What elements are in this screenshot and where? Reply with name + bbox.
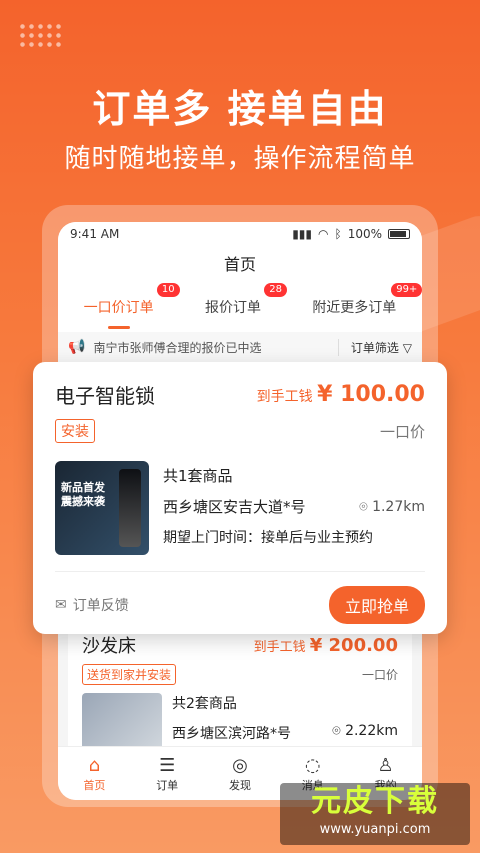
tab-quote[interactable]: 报价订单 28: [201, 283, 287, 325]
hero-title: 订单多 接单自由: [92, 87, 388, 131]
tab-badge: 28: [264, 283, 287, 297]
status-time: 9:41 AM: [70, 227, 120, 241]
decor-dots: [18, 22, 64, 48]
order-price: 到手工钱 ¥ 100.00: [256, 382, 425, 407]
order-count: 共2套商品: [172, 696, 237, 712]
nav-home[interactable]: ⌂ 首页: [83, 755, 105, 793]
compass-icon: ◎: [232, 754, 248, 776]
order-type: 一口价: [379, 422, 425, 441]
speaker-icon: 📢: [68, 339, 86, 355]
notice-text: 南宁市张师傅合理的报价已中选: [93, 340, 262, 355]
smart-lock-image: [119, 469, 141, 547]
order-address: 西乡塘区滨河路*号: [172, 726, 291, 742]
order-count: 共1套商品: [163, 467, 233, 485]
order-card-secondary[interactable]: 沙发床 到手工钱 ¥ 200.00 送货到家并安装 一口价 共2套商品 西乡塘区…: [68, 622, 412, 762]
tab-fixed-price[interactable]: 一口价订单 10: [80, 283, 180, 329]
signal-icon: ▮▮▮: [292, 227, 312, 241]
order-tag: 安装: [55, 419, 95, 443]
battery-text: 100%: [347, 227, 382, 241]
order-icon: ☰: [159, 754, 176, 776]
tab-badge: 99+: [391, 283, 422, 297]
feedback-icon: ✉: [55, 597, 67, 613]
product-image: [82, 693, 162, 753]
nav-orders[interactable]: ☰ 订单: [156, 755, 178, 793]
order-filter-button[interactable]: 订单筛选 ▽: [337, 338, 412, 356]
message-icon: ◌: [304, 754, 321, 776]
order-expect-time: 期望上门时间：接单后与业主预约: [163, 530, 373, 546]
order-card-featured[interactable]: 电子智能锁 到手工钱 ¥ 100.00 安装 一口价 新品首发 震撼来袭 共1套…: [33, 362, 447, 634]
order-distance: ⌾ 2.22km: [332, 723, 398, 739]
location-icon: ⌾: [359, 499, 368, 515]
notice-bar: 📢 南宁市张师傅合理的报价已中选 订单筛选 ▽: [58, 332, 422, 362]
user-icon: ♙: [377, 754, 394, 776]
status-bar: 9:41 AM ▮▮▮ ◠ ᛒ 100%: [58, 222, 422, 246]
order-tag: 送货到家并安装: [82, 664, 177, 685]
product-image: 新品首发 震撼来袭: [55, 461, 149, 555]
watermark: 元皮下载 www.yuanpi.com: [280, 783, 470, 845]
filter-icon: ▽: [402, 340, 412, 355]
battery-icon: [388, 229, 410, 239]
order-tabs: 一口价订单 10 报价订单 28 附近更多订单 99+: [58, 282, 422, 332]
wifi-icon: ◠: [318, 227, 329, 241]
location-icon: ⌾: [332, 723, 341, 739]
page-title: 首页: [58, 246, 422, 282]
home-icon: ⌂: [88, 754, 101, 776]
order-price: 到手工钱 ¥ 200.00: [253, 634, 398, 656]
order-distance: ⌾ 1.27km: [359, 499, 425, 515]
order-feedback-button[interactable]: ✉ 订单反馈: [55, 595, 129, 615]
bluetooth-icon: ᛒ: [334, 227, 342, 241]
order-address: 西乡塘区安吉大道*号: [163, 498, 306, 516]
tab-nearby[interactable]: 附近更多订单 99+: [308, 283, 422, 325]
order-title: 电子智能锁: [55, 384, 155, 408]
grab-order-button[interactable]: 立即抢单: [328, 586, 425, 624]
hero-subtitle: 随时随地接单，操作流程简单: [64, 144, 416, 174]
nav-discover[interactable]: ◎ 发现: [229, 755, 251, 793]
order-title: 沙发床: [82, 636, 136, 657]
tab-badge: 10: [156, 283, 180, 297]
order-type: 一口价: [361, 668, 398, 682]
divider: [55, 571, 425, 572]
